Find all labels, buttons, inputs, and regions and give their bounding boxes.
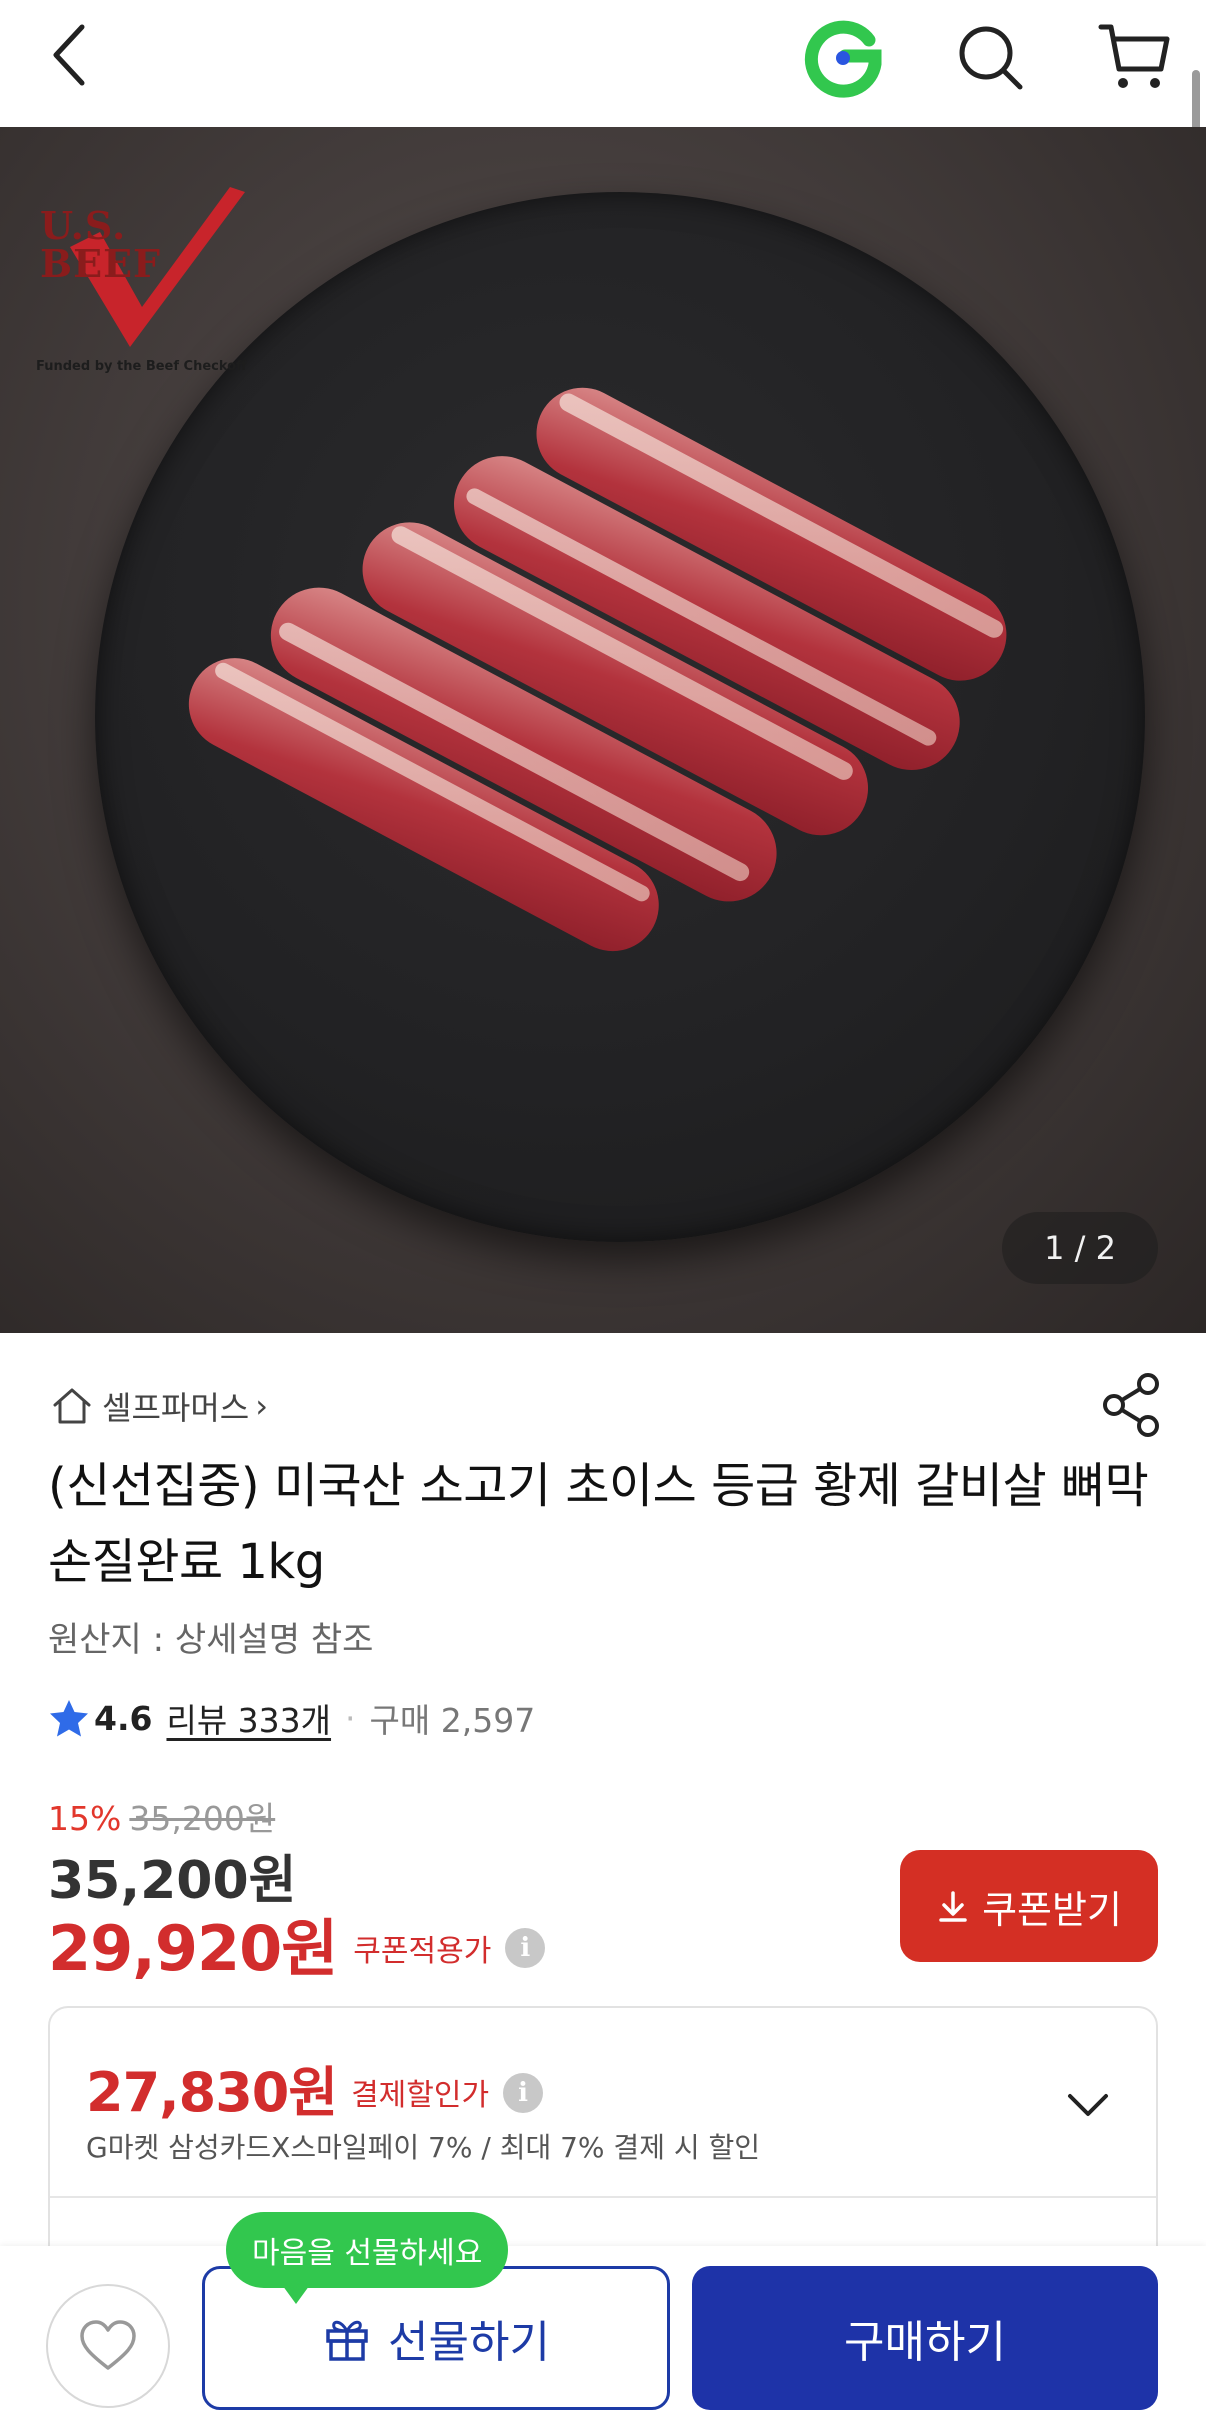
back-button[interactable]	[40, 18, 100, 92]
product-title: (신선집중) 미국산 소고기 초이스 등급 황제 갈비살 뼈막손질완료 1kg	[48, 1458, 1149, 1590]
product-image-carousel[interactable]: U.S. BEEF Funded by the Beef Checkoff 1 …	[0, 127, 1206, 1333]
info-icon[interactable]: i	[503, 2072, 544, 2113]
divider	[50, 2196, 1156, 2198]
beef-checkoff-caption: Funded by the Beef Checkoff	[36, 359, 247, 374]
gift-button-label: 선물하기	[388, 2317, 550, 2368]
get-coupon-button[interactable]: 쿠폰받기	[900, 1850, 1158, 1962]
gmarket-logo-button[interactable]	[800, 15, 886, 101]
get-coupon-label: 쿠폰받기	[982, 1887, 1122, 1932]
us-beef-badge: U.S. BEEF	[30, 157, 260, 347]
discount-percent: 15%	[48, 1799, 122, 1838]
payment-discount-row: 27,830원 결제할인가 i	[86, 2048, 544, 2127]
cart-icon	[1098, 24, 1170, 88]
coupon-price: 29,920원	[48, 1912, 338, 1985]
heart-icon	[80, 2320, 136, 2370]
share-button[interactable]	[1100, 1370, 1164, 1440]
origin-info: 원산지 : 상세설명 참조	[48, 1620, 374, 1660]
top-app-bar	[0, 0, 1206, 127]
discount-row: 15% 35,200원	[48, 1792, 275, 1840]
info-icon[interactable]: i	[505, 1928, 546, 1968]
payment-discount-price: 27,830원	[86, 2061, 338, 2124]
gift-tooltip-tail	[280, 2282, 312, 2304]
rating-row: 4.6 리뷰 333개 · 구매 2,597	[48, 1694, 535, 1742]
chevron-left-icon	[53, 24, 85, 86]
review-link[interactable]: 리뷰 333개	[166, 1694, 331, 1742]
seller-name: 셀프파머스	[102, 1389, 250, 1427]
coupon-price-row: 29,920원 쿠폰적용가 i	[48, 1898, 546, 1988]
bottom-action-bar: 선물하기 구매하기	[0, 2246, 1206, 2436]
us-beef-wordmark: U.S. BEEF	[40, 203, 162, 286]
buy-button[interactable]: 구매하기	[692, 2266, 1158, 2410]
search-button[interactable]	[948, 15, 1034, 101]
download-icon	[939, 1891, 967, 1922]
gift-tooltip: 마음을 선물하세요	[226, 2212, 509, 2288]
home-icon	[53, 1388, 91, 1424]
wishlist-button[interactable]	[46, 2284, 170, 2408]
search-icon	[959, 26, 1023, 90]
image-counter: 1 / 2	[1002, 1212, 1158, 1284]
chevron-down-icon[interactable]	[1058, 2080, 1118, 2130]
rating-value: 4.6	[94, 1698, 153, 1738]
share-icon	[1103, 1373, 1159, 1437]
star-icon	[50, 1700, 88, 1737]
cart-button[interactable]	[1090, 12, 1180, 102]
gmarket-g-logo	[804, 20, 882, 98]
payment-discount-label: 결제할인가	[351, 2077, 490, 2113]
purchase-count: 구매 2,597	[369, 1701, 536, 1740]
gift-icon	[326, 2320, 368, 2361]
original-price: 35,200원	[129, 1799, 276, 1838]
chevron-right-icon: ›	[255, 1387, 268, 1425]
seller-link[interactable]: 셀프파머스 ›	[50, 1378, 268, 1434]
separator-dot: ·	[345, 1698, 356, 1738]
payment-discount-description: G마켓 삼성카드X스마일페이 7% / 최대 7% 결제 시 할인	[86, 2131, 761, 2164]
buy-button-label: 구매하기	[844, 2317, 1006, 2368]
coupon-price-label: 쿠폰적용가	[353, 1934, 492, 1969]
